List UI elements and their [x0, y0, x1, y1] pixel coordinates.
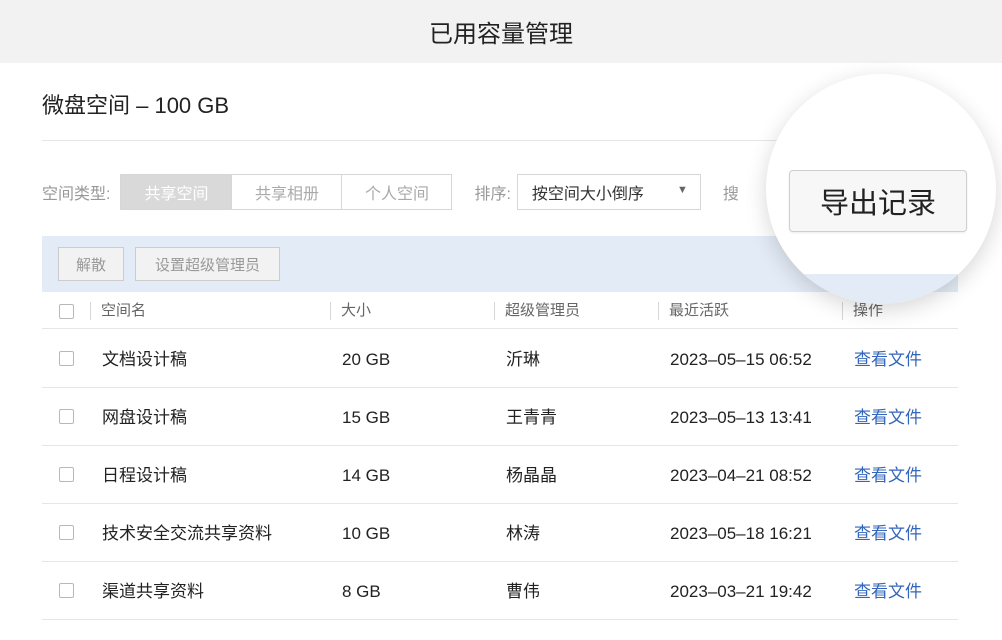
- segment-shared-space[interactable]: 共享空间: [121, 175, 232, 209]
- super-admin: 沂琳: [506, 350, 540, 369]
- row-checkbox[interactable]: [59, 467, 74, 482]
- row-checkbox[interactable]: [59, 583, 74, 598]
- row-checkbox[interactable]: [59, 351, 74, 366]
- sort-select-value: 按空间大小倒序: [531, 186, 644, 203]
- super-admin: 林涛: [506, 524, 540, 543]
- last-active: 2023–05–13 13:41: [670, 408, 812, 427]
- view-files-link[interactable]: 查看文件: [854, 408, 922, 428]
- table-row: 技术安全交流共享资料 10 GB 林涛 2023–05–18 16:21 查看文…: [42, 504, 958, 562]
- super-admin: 曹伟: [506, 582, 540, 601]
- dissolve-button[interactable]: 解散: [58, 247, 124, 281]
- space-size: 15 GB: [342, 408, 391, 427]
- table-row: 日程设计稿 14 GB 杨晶晶 2023–04–21 08:52 查看文件: [42, 446, 958, 504]
- window-title: 已用容量管理: [429, 21, 573, 48]
- magnifier-action-bar-fragment: [766, 274, 958, 304]
- select-all-checkbox[interactable]: [59, 304, 74, 319]
- space-name: 技术安全交流共享资料: [102, 524, 272, 543]
- set-super-admin-button[interactable]: 设置超级管理员: [135, 247, 280, 281]
- view-files-link[interactable]: 查看文件: [854, 582, 922, 602]
- space-name: 渠道共享资料: [102, 582, 204, 601]
- super-admin: 王青青: [506, 408, 557, 427]
- column-header-action: 操作: [842, 302, 883, 320]
- column-header-name: 空间名: [90, 302, 146, 320]
- last-active: 2023–05–18 16:21: [670, 524, 812, 543]
- search-label: 搜: [722, 186, 739, 203]
- export-button-magnifier: 导出记录: [766, 74, 996, 304]
- sort-label: 排序:: [474, 186, 511, 203]
- space-size: 14 GB: [342, 466, 391, 485]
- space-size: 20 GB: [342, 350, 391, 369]
- space-type-label: 空间类型:: [42, 186, 111, 203]
- view-files-link[interactable]: 查看文件: [854, 466, 922, 486]
- window-title-bar: 已用容量管理: [0, 0, 1002, 63]
- last-active: 2023–05–15 06:52: [670, 350, 812, 369]
- column-header-size: 大小: [330, 302, 371, 320]
- sort-select[interactable]: 按空间大小倒序 ▼: [516, 174, 701, 210]
- space-title: 微盘空间 – 100 GB: [42, 93, 230, 118]
- last-active: 2023–04–21 08:52: [670, 466, 812, 485]
- space-name: 日程设计稿: [102, 466, 187, 485]
- space-type-segmented-control: 共享空间 共享相册 个人空间: [120, 174, 453, 210]
- last-active: 2023–03–21 19:42: [670, 582, 812, 601]
- column-header-admin: 超级管理员: [494, 302, 580, 320]
- view-files-link[interactable]: 查看文件: [854, 350, 922, 370]
- view-files-link[interactable]: 查看文件: [854, 524, 922, 544]
- space-size: 10 GB: [342, 524, 391, 543]
- table-row: 渠道共享资料 8 GB 曹伟 2023–03–21 19:42 查看文件: [42, 562, 958, 620]
- segment-personal-space[interactable]: 个人空间: [341, 175, 451, 209]
- caret-down-icon: ▼: [677, 184, 688, 196]
- space-size: 8 GB: [342, 582, 381, 601]
- super-admin: 杨晶晶: [506, 466, 557, 485]
- segment-shared-album[interactable]: 共享相册: [231, 175, 341, 209]
- export-records-button[interactable]: 导出记录: [789, 170, 967, 232]
- filter-bar: 空间类型: 共享空间 共享相册 个人空间 排序: 按空间大小倒序 ▼ 搜: [42, 174, 739, 210]
- space-name: 网盘设计稿: [102, 408, 187, 427]
- space-name: 文档设计稿: [102, 350, 187, 369]
- column-header-last-active: 最近活跃: [658, 302, 729, 320]
- row-checkbox[interactable]: [59, 525, 74, 540]
- table-row: 网盘设计稿 15 GB 王青青 2023–05–13 13:41 查看文件: [42, 388, 958, 446]
- table-row: 文档设计稿 20 GB 沂琳 2023–05–15 06:52 查看文件: [42, 330, 958, 388]
- row-checkbox[interactable]: [59, 409, 74, 424]
